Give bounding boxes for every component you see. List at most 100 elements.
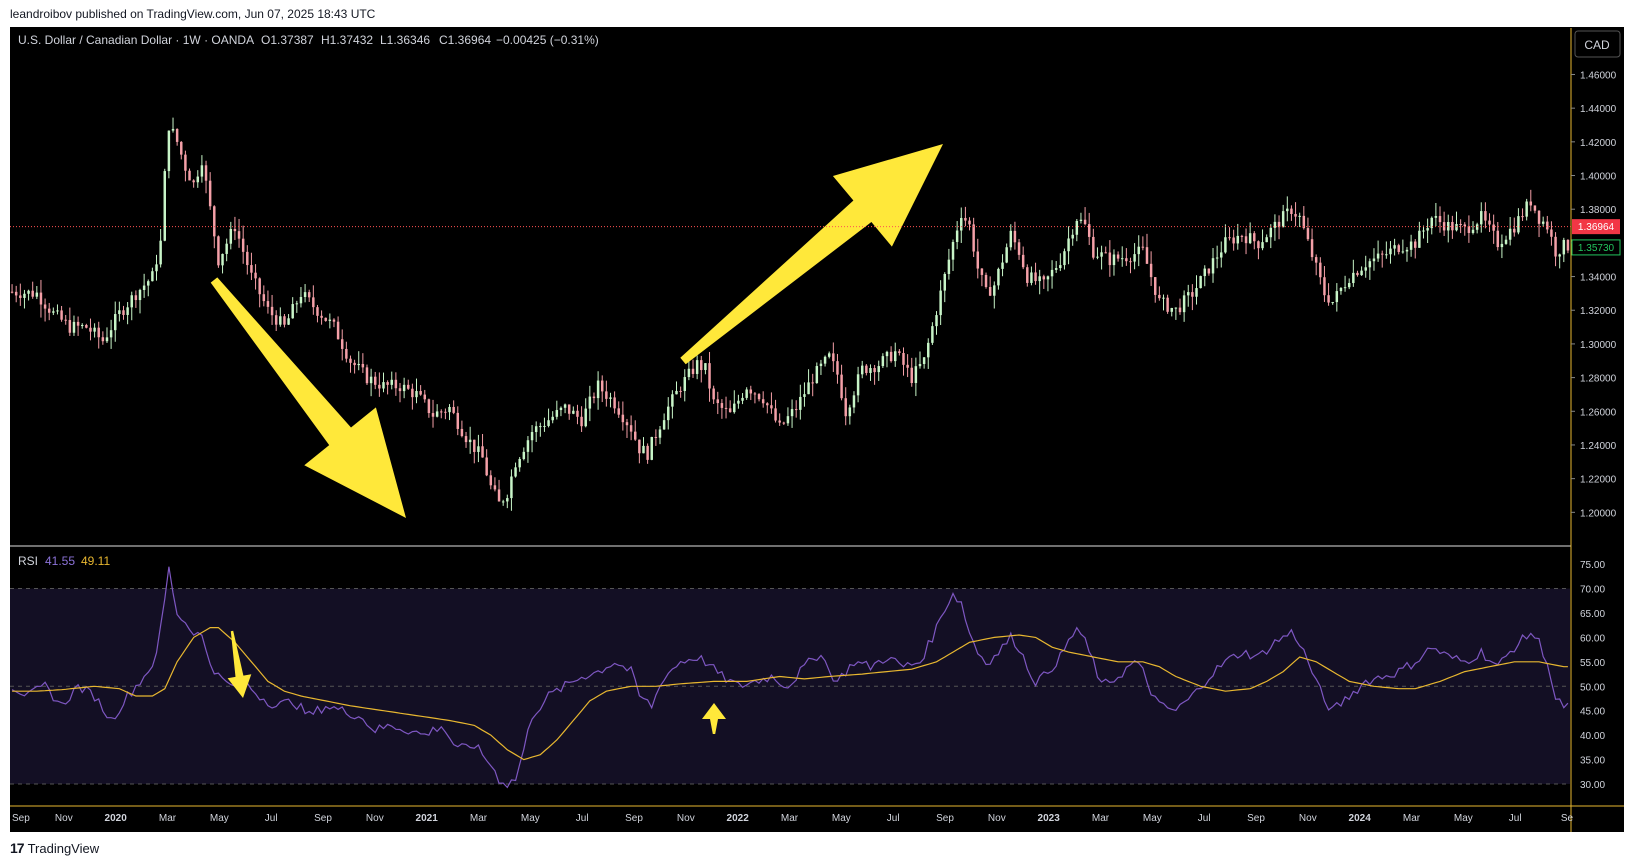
candle-down — [398, 388, 402, 392]
candle-up — [155, 264, 158, 272]
candle-up — [279, 316, 282, 325]
rsi-tick-label: 70.00 — [1580, 585, 1605, 596]
candle-up — [138, 289, 142, 301]
candle-up — [563, 404, 567, 408]
candle-down — [1463, 224, 1466, 227]
time-tick-label: 2020 — [105, 813, 128, 824]
candle-down — [716, 399, 720, 404]
candle-up — [1504, 239, 1508, 244]
candle-down — [440, 411, 443, 413]
price-tick-label: 1.24000 — [1580, 441, 1617, 452]
candle-down — [757, 394, 761, 400]
candle-down — [782, 422, 786, 424]
time-tick-label: Jul — [887, 813, 900, 824]
rsi-tick-label: 30.00 — [1580, 780, 1605, 791]
candle-up — [1046, 276, 1050, 280]
ohlc-close: C1.36964 — [439, 33, 491, 47]
candle-up — [200, 165, 204, 177]
candle-down — [374, 376, 377, 385]
time-tick-label: Jul — [1198, 813, 1211, 824]
candle-down — [724, 407, 728, 409]
candle-up — [1054, 268, 1058, 270]
candle-down — [832, 353, 835, 362]
candle-down — [1191, 292, 1194, 297]
candle-up — [72, 321, 76, 333]
candle-up — [1174, 307, 1178, 309]
candle-up — [1096, 256, 1099, 258]
candle-down — [1104, 252, 1107, 254]
candle-up — [927, 342, 930, 358]
candle-down — [394, 379, 398, 389]
candle-down — [1257, 241, 1260, 249]
candle-up — [196, 176, 200, 183]
candle-up — [1273, 221, 1277, 228]
candle-up — [1352, 272, 1355, 284]
time-tick-label: 2024 — [1349, 813, 1372, 824]
candle-down — [1529, 201, 1533, 206]
candle-up — [1203, 268, 1206, 277]
candle-down — [1149, 263, 1153, 278]
tradingview-logo[interactable]: 17 TradingView — [10, 840, 99, 856]
time-tick-label: Sep — [936, 813, 954, 824]
candle-down — [1537, 210, 1541, 224]
candle-down — [654, 436, 658, 438]
time-tick-label: Sep — [1247, 813, 1265, 824]
candle-down — [316, 307, 319, 316]
candle-up — [1339, 287, 1343, 292]
candle-up — [1389, 248, 1392, 255]
candle-down — [1232, 237, 1235, 244]
candle-down — [629, 425, 633, 432]
candle-up — [369, 376, 373, 384]
candle-up — [1059, 265, 1062, 269]
candle-up — [588, 396, 592, 409]
candle-down — [1013, 230, 1017, 243]
candle-down — [567, 404, 571, 414]
candle-up — [1162, 297, 1165, 299]
candle-down — [910, 367, 913, 384]
candle-down — [431, 413, 435, 417]
candle-down — [1397, 245, 1400, 252]
candle-up — [1195, 288, 1198, 297]
candle-up — [1376, 253, 1380, 259]
candle-down — [700, 360, 703, 371]
candle-down — [237, 231, 241, 239]
candle-up — [1182, 295, 1186, 313]
candle-down — [1314, 257, 1318, 263]
time-tick-label: 2021 — [416, 813, 439, 824]
price-tick-label: 1.46000 — [1580, 70, 1617, 81]
candle-down — [122, 310, 125, 315]
candle-down — [1513, 228, 1516, 233]
candle-down — [840, 374, 843, 399]
time-tick-label: Mar — [1403, 813, 1421, 824]
candle-down — [1306, 228, 1310, 240]
candle-down — [1207, 268, 1211, 274]
candle-down — [1484, 211, 1487, 221]
candle-down — [902, 352, 905, 365]
candle-up — [328, 319, 332, 321]
time-tick-label: May — [210, 813, 229, 824]
time-tick-label: Nov — [988, 813, 1006, 824]
candle-down — [728, 408, 732, 413]
currency-badge-label: CAD — [1584, 38, 1610, 52]
candle-up — [951, 241, 955, 260]
candle-down — [1166, 297, 1169, 312]
candle-down — [427, 399, 431, 414]
price-tick-label: 1.22000 — [1580, 475, 1617, 486]
candle-down — [233, 228, 237, 232]
candle-down — [1546, 221, 1549, 230]
candle-down — [576, 410, 579, 417]
candle-down — [1550, 229, 1553, 237]
candle-down — [836, 361, 839, 375]
tradingview-logo-icon: 17 — [10, 840, 25, 856]
candle-down — [976, 251, 980, 269]
price-tick-label: 1.42000 — [1580, 138, 1617, 149]
candle-up — [1236, 235, 1240, 244]
candle-up — [159, 240, 162, 265]
chart-canvas[interactable]: 1.460001.440001.420001.400001.380001.360… — [0, 0, 1634, 866]
candle-up — [501, 501, 505, 503]
candle-up — [551, 416, 554, 421]
candle-down — [497, 489, 501, 502]
candle-up — [1265, 237, 1268, 243]
candle-up — [229, 228, 233, 244]
candle-down — [708, 363, 711, 389]
